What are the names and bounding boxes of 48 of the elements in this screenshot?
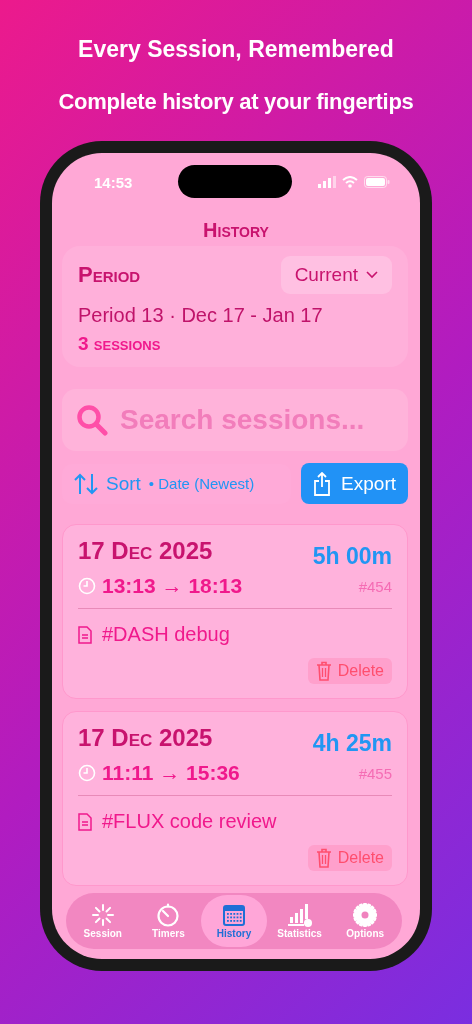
subheadline: Complete history at your fingertips xyxy=(58,89,414,115)
session-card[interactable]: 17 Dec 2025 4h 25m 11:11 → 15:36 #455 #FLUX code review Delete xyxy=(62,711,408,886)
signal-icon xyxy=(318,176,336,188)
sort-label: Sort xyxy=(106,472,141,495)
gear-icon xyxy=(353,903,378,927)
status-time: 14:53 xyxy=(94,173,133,191)
tab[interactable]: Statistics xyxy=(266,895,333,947)
session-note: #DASH debug xyxy=(102,623,230,646)
session-card[interactable]: 17 Dec 2025 5h 00m 13:13 → 18:13 #454 #DASH debug Delete xyxy=(62,524,408,699)
bar-chart-icon xyxy=(287,903,312,927)
session-number: #455 xyxy=(358,764,392,782)
trash-icon xyxy=(315,661,332,681)
clock-icon xyxy=(78,764,96,782)
search-icon xyxy=(76,404,108,436)
wifi-icon xyxy=(342,176,358,188)
tab[interactable]: Timers xyxy=(135,895,202,947)
session-count: 3 sessions xyxy=(78,333,162,355)
screen-title: History xyxy=(202,219,270,242)
sort-arrows-icon xyxy=(74,472,98,495)
calendar-icon xyxy=(222,903,246,927)
export-button[interactable]: Export xyxy=(301,463,408,504)
document-icon xyxy=(78,812,92,831)
period-range: Period 13 · Dec 17 - Jan 17 xyxy=(78,304,324,327)
tab[interactable]: History xyxy=(201,895,267,947)
share-icon xyxy=(313,471,332,496)
delete-button[interactable]: Delete xyxy=(307,658,392,684)
sort-value: • Date (Newest) xyxy=(148,475,255,492)
session-times: 11:11 → 15:36 xyxy=(102,761,240,785)
spinner-icon xyxy=(90,903,115,927)
tab[interactable]: Session xyxy=(70,895,136,947)
tab[interactable]: Options xyxy=(332,895,398,947)
timer-icon xyxy=(156,903,181,927)
document-icon xyxy=(78,625,92,644)
session-times: 13:13 → 18:13 xyxy=(102,574,243,598)
session-note: #FLUX code review xyxy=(102,810,277,833)
session-duration: 4h 25m xyxy=(312,730,392,757)
session-date: 17 Dec 2025 xyxy=(78,537,213,565)
period-label: Period xyxy=(78,262,141,288)
period-picker[interactable]: Current xyxy=(280,256,392,294)
session-number: #454 xyxy=(358,577,392,595)
session-duration: 5h 00m xyxy=(312,543,392,570)
battery-icon xyxy=(364,176,390,188)
delete-button[interactable]: Delete xyxy=(307,845,392,871)
trash-icon xyxy=(315,848,332,868)
headline: Every Session, Remembered xyxy=(78,36,394,63)
chevron-down-icon xyxy=(366,271,378,279)
clock-icon xyxy=(78,577,96,595)
session-date: 17 Dec 2025 xyxy=(78,724,213,752)
